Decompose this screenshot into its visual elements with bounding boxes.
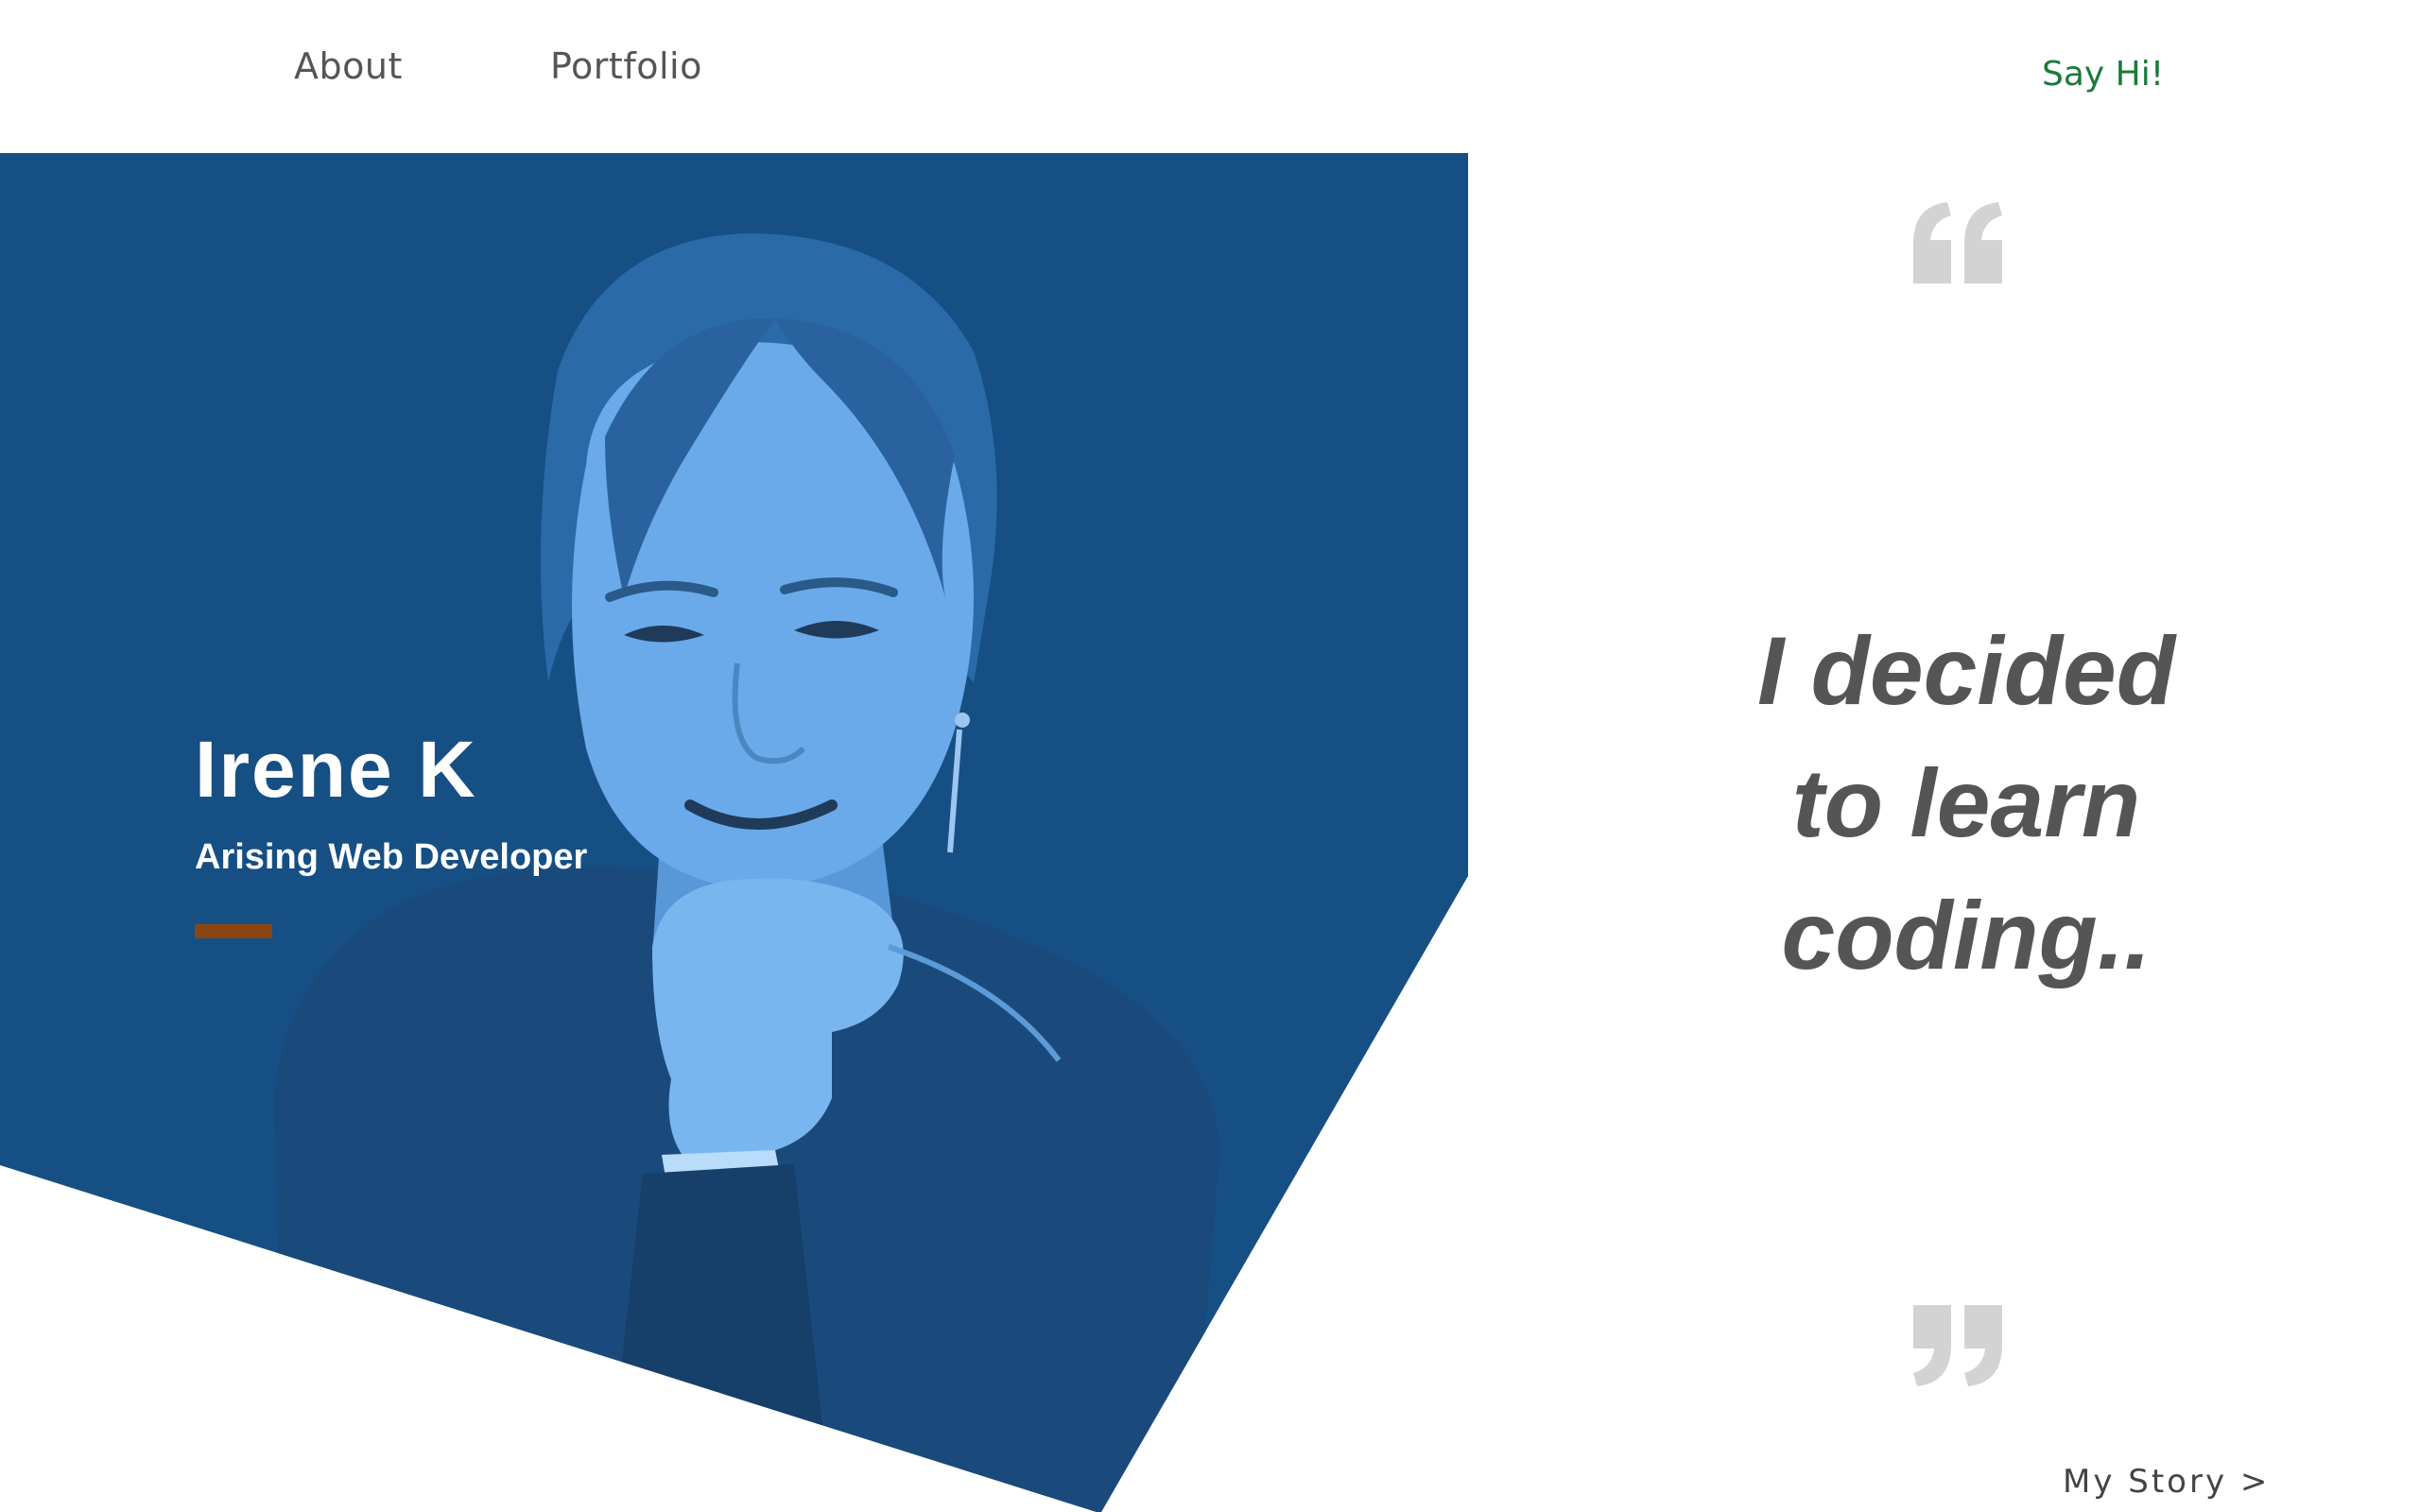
quote-text: I decided to learn coding.. — [1607, 605, 2325, 1002]
my-story-link[interactable]: My Story > — [2063, 1463, 2270, 1501]
quote-open-icon — [1913, 202, 2002, 284]
say-hi-link[interactable]: Say Hi! — [2042, 55, 2164, 94]
hero-accent-bar — [195, 924, 272, 938]
hero-panel: Irene K Arising Web Developer — [0, 153, 1468, 1512]
quote-line: I decided — [1756, 617, 2176, 725]
nav-portfolio-link[interactable]: Portfolio — [550, 45, 702, 87]
hero-role: Arising Web Developer — [195, 837, 588, 877]
quote-line: to learn — [1791, 749, 2141, 857]
quote-close-icon — [1913, 1305, 2002, 1386]
page: About Portfolio Say Hi! Irene K Arising … — [0, 0, 2420, 1512]
portrait-photo — [274, 233, 1219, 1512]
hero-name: Irene K — [195, 725, 477, 814]
nav-about-link[interactable]: About — [294, 45, 403, 87]
quote-line: coding.. — [1781, 882, 2152, 989]
